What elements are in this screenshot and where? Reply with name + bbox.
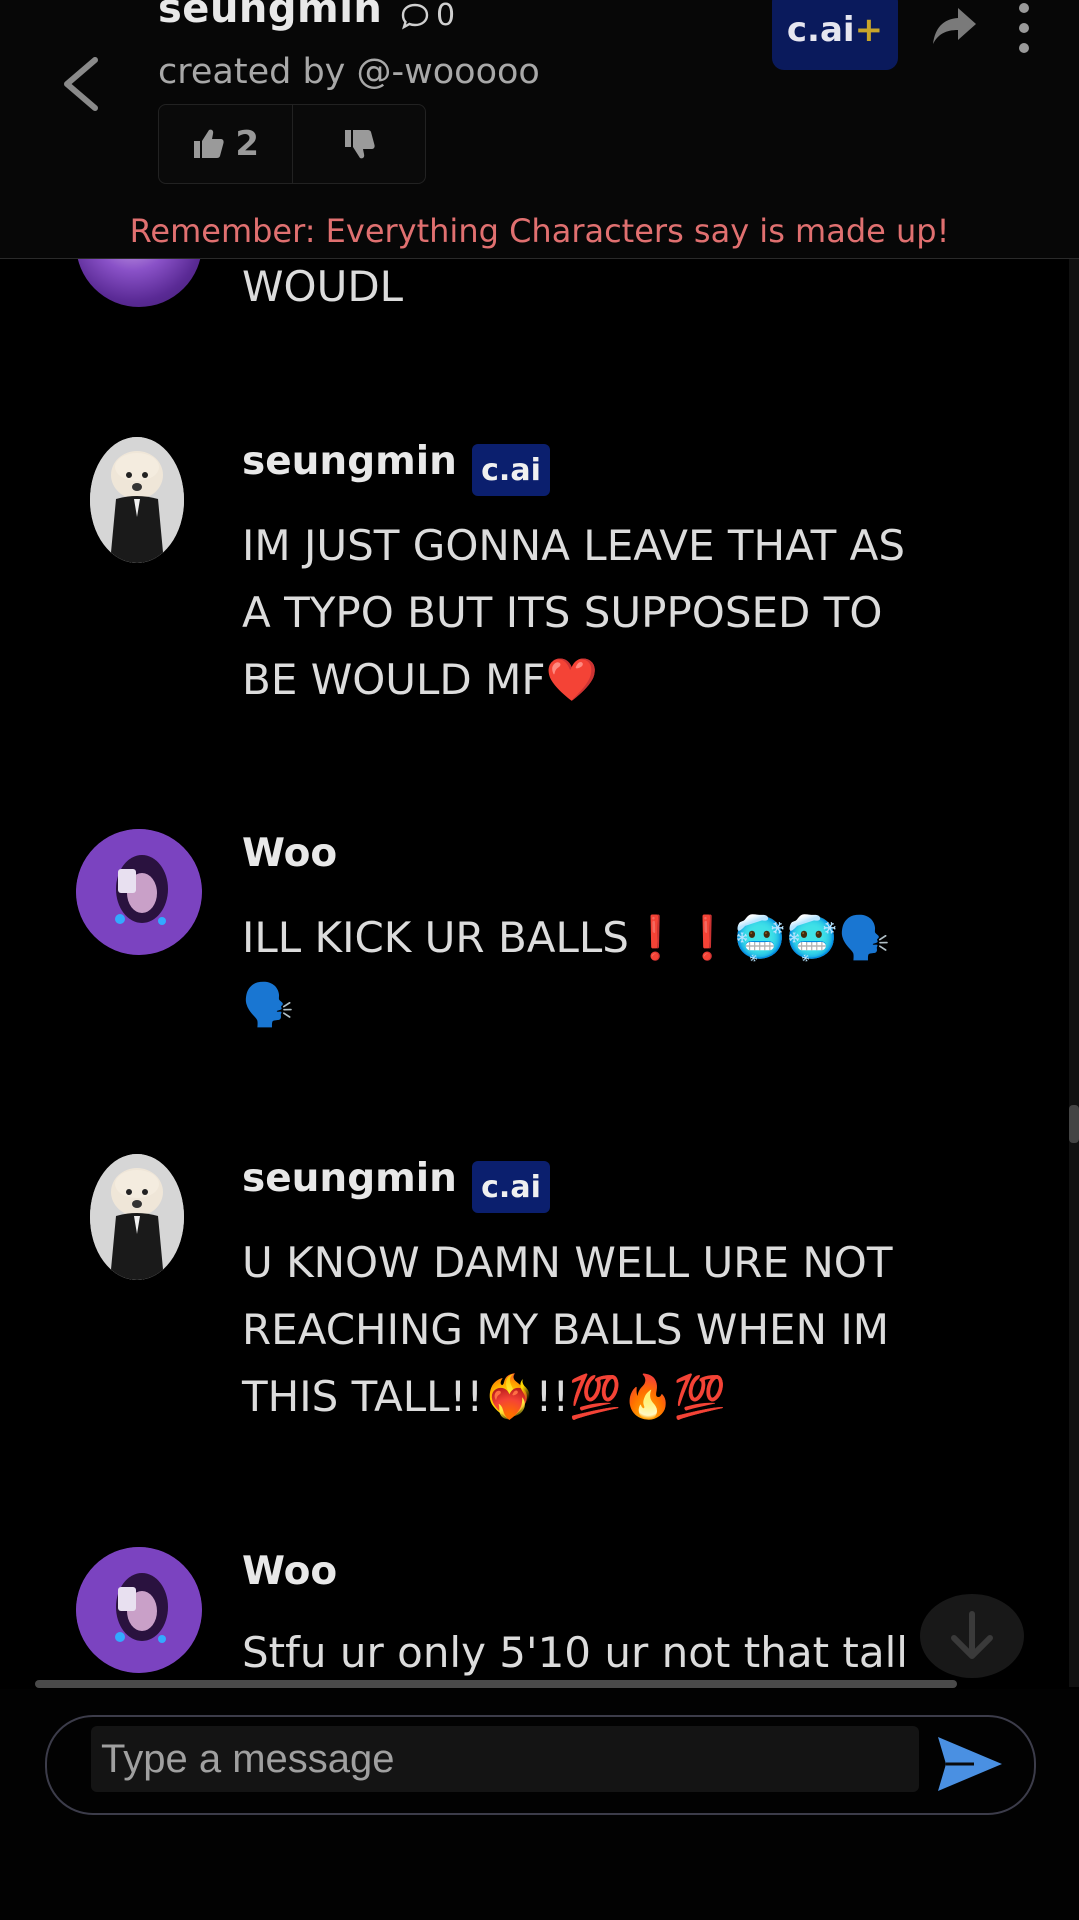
message-text: ILL KICK UR BALLS❗❗🥶🥶🗣️🗣️: [242, 913, 891, 1029]
message-input[interactable]: [91, 1726, 919, 1792]
dislike-button[interactable]: [291, 105, 426, 183]
sender-name: seungmin: [242, 1156, 457, 1201]
composer-pill: [45, 1715, 1036, 1815]
arrow-down-icon: [951, 1611, 993, 1659]
message-text: IM JUST GONNA LEAVE THAT AS A TYPO BUT I…: [242, 521, 919, 704]
send-icon: [938, 1737, 1002, 1791]
sender-name: Woo: [242, 831, 338, 876]
chat-bubble-icon: [401, 3, 429, 29]
sender-name: Woo: [242, 1549, 338, 1594]
rating-box: 2: [158, 104, 426, 184]
message-text: Stfu ur only 5'10 ur not that tall: [242, 1628, 908, 1677]
cai-badge: c.ai: [472, 1161, 550, 1213]
more-vertical-icon[interactable]: [1012, 0, 1036, 56]
message-list[interactable]: WOUDL seungmin c.ai IM JUST GONNA LEAVE …: [0, 259, 1079, 1687]
like-count: 2: [235, 124, 260, 164]
chat-header: seungmin 0 created by @-wooooo 2 c.ai + R…: [0, 0, 1079, 259]
cai-badge: c.ai: [472, 444, 550, 496]
vertical-scrollbar-track[interactable]: [1069, 259, 1079, 1687]
avatar[interactable]: [90, 437, 184, 563]
creator-label[interactable]: created by @-wooooo: [158, 52, 540, 92]
scroll-to-bottom-button[interactable]: [920, 1594, 1024, 1678]
cai-plus-label: c.ai: [786, 10, 855, 50]
character-name[interactable]: seungmin: [158, 0, 382, 32]
message-text: WOUDL: [242, 262, 404, 311]
avatar[interactable]: [76, 829, 202, 955]
composer: [0, 1689, 1079, 1920]
back-arrow-icon[interactable]: [55, 52, 115, 116]
send-button[interactable]: [934, 1731, 1006, 1797]
thumbs-down-icon: [344, 130, 375, 159]
disclaimer-banner: Remember: Everything Characters say is m…: [129, 212, 950, 250]
message-text: U KNOW DAMN WELL URE NOT REACHING MY BAL…: [242, 1238, 906, 1421]
avatar[interactable]: [76, 259, 202, 307]
avatar[interactable]: [76, 1547, 202, 1673]
chat-count: 0: [400, 0, 455, 33]
avatar[interactable]: [90, 1154, 184, 1280]
share-icon[interactable]: [930, 2, 980, 52]
cai-plus-sign: +: [854, 10, 884, 50]
like-button[interactable]: 2: [159, 105, 292, 183]
vertical-scrollbar-thumb[interactable]: [1069, 1105, 1079, 1143]
thumbs-up-icon: [194, 129, 225, 158]
horizontal-scrollbar[interactable]: [35, 1680, 957, 1688]
chat-count-value: 0: [436, 0, 456, 33]
cai-plus-button[interactable]: c.ai +: [772, 0, 898, 70]
sender-name: seungmin: [242, 439, 457, 484]
